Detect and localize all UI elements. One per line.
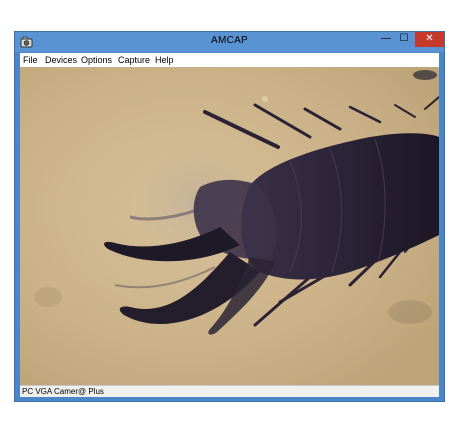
insect-claw-image bbox=[20, 67, 439, 385]
page: AMCAP — ☐ ✕ File Devices Options Capture… bbox=[0, 0, 464, 435]
status-bar: PC VGA Camer@ Plus bbox=[20, 385, 439, 397]
menu-help[interactable]: Help bbox=[155, 54, 174, 66]
title-bar[interactable]: AMCAP — ☐ ✕ bbox=[15, 32, 444, 52]
menu-options[interactable]: Options bbox=[81, 54, 112, 66]
status-device-name: PC VGA Camer@ Plus bbox=[22, 387, 104, 396]
menu-capture[interactable]: Capture bbox=[118, 54, 150, 66]
maximize-button[interactable]: ☐ bbox=[396, 32, 412, 47]
minimize-button[interactable]: — bbox=[378, 32, 394, 47]
menu-bar: File Devices Options Capture Help bbox=[20, 53, 439, 67]
menu-file[interactable]: File bbox=[23, 54, 38, 66]
app-window: AMCAP — ☐ ✕ File Devices Options Capture… bbox=[14, 31, 445, 402]
close-button[interactable]: ✕ bbox=[415, 32, 444, 47]
camera-preview[interactable] bbox=[20, 67, 439, 385]
menu-devices[interactable]: Devices bbox=[45, 54, 77, 66]
